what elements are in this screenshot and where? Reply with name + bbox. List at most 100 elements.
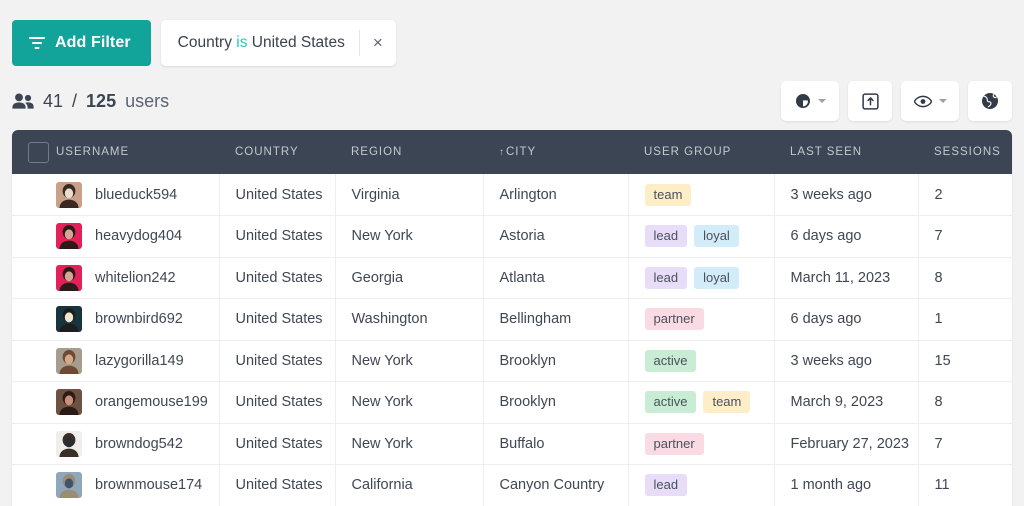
visibility-button[interactable] [901, 81, 959, 121]
filter-icon [29, 36, 45, 50]
table-row[interactable]: orangemouse199United StatesNew YorkBrook… [12, 382, 1012, 424]
table-row[interactable]: blueduck594United StatesVirginiaArlingto… [12, 174, 1012, 216]
table-row[interactable]: lazygorilla149United StatesNew YorkBrook… [12, 340, 1012, 382]
cell-username[interactable]: heavydog404 [56, 216, 219, 258]
cell-user-group: lead loyal [628, 216, 774, 258]
table-header-username-label: USERNAME [56, 146, 129, 158]
sort-ascending-icon: ↑ [499, 147, 505, 158]
username-label: brownmouse174 [95, 477, 202, 493]
globe-button[interactable] [968, 81, 1012, 121]
cell-region: New York [335, 216, 483, 258]
cell-last-seen: March 11, 2023 [774, 257, 918, 299]
cell-sessions-label: 7 [935, 436, 943, 452]
cell-username[interactable]: blueduck594 [56, 174, 219, 216]
table-row[interactable]: browndog542United StatesNew YorkBuffalop… [12, 423, 1012, 465]
table-row[interactable]: heavydog404United StatesNew YorkAstorial… [12, 216, 1012, 258]
add-filter-button[interactable]: Add Filter [12, 20, 151, 66]
tag-lead[interactable]: lead [645, 267, 688, 289]
user-count-separator: / [72, 91, 77, 112]
tag-partner[interactable]: partner [645, 308, 704, 330]
cell-user-group: active [628, 340, 774, 382]
tag-active[interactable]: active [645, 391, 697, 413]
cell-region: New York [335, 340, 483, 382]
tag-list: active [645, 350, 774, 372]
cell-city-label: Brooklyn [500, 353, 556, 369]
cell-country-label: United States [236, 311, 323, 327]
table-header-country[interactable]: COUNTRY [219, 130, 335, 174]
cell-city-label: Arlington [500, 187, 557, 203]
table-header-user-group[interactable]: USER GROUP [628, 130, 774, 174]
tag-loyal[interactable]: loyal [694, 267, 739, 289]
cell-country: United States [219, 299, 335, 341]
select-all-checkbox[interactable] [28, 142, 49, 163]
cell-username[interactable]: lazygorilla149 [56, 340, 219, 382]
cell-username[interactable]: brownmouse174 [56, 465, 219, 506]
cell-username[interactable]: orangemouse199 [56, 382, 219, 424]
filter-chip-country[interactable]: Country is United States × [161, 20, 396, 66]
cell-sessions: 7 [918, 423, 1012, 465]
export-button[interactable] [848, 81, 892, 121]
cell-username[interactable]: brownbird692 [56, 299, 219, 341]
row-select-cell[interactable] [12, 423, 56, 465]
cell-region-label: California [352, 477, 413, 493]
table-header-row: USERNAME COUNTRY REGION ↑CITY USER GROUP… [12, 130, 1012, 174]
row-select-cell[interactable] [12, 340, 56, 382]
table-header-username[interactable]: USERNAME [56, 130, 219, 174]
cell-region-label: Washington [352, 311, 428, 327]
cell-region-label: New York [352, 394, 413, 410]
cell-sessions-label: 7 [935, 228, 943, 244]
filter-chip-text: Country is United States [178, 34, 345, 52]
table-header-sessions[interactable]: SESSIONS [918, 130, 1012, 174]
avatar [56, 431, 82, 457]
cell-username[interactable]: browndog542 [56, 423, 219, 465]
cell-username[interactable]: whitelion242 [56, 257, 219, 299]
username-label: blueduck594 [95, 187, 177, 203]
row-select-cell[interactable] [12, 216, 56, 258]
tag-active[interactable]: active [645, 350, 697, 372]
tag-lead[interactable]: lead [645, 474, 688, 496]
eye-icon [914, 95, 932, 108]
row-select-cell[interactable] [12, 174, 56, 216]
row-select-cell[interactable] [12, 257, 56, 299]
cell-last-seen-label: February 27, 2023 [791, 436, 910, 452]
cell-last-seen: 3 weeks ago [774, 174, 918, 216]
cell-city-label: Buffalo [500, 436, 545, 452]
cell-region-label: Virginia [352, 187, 400, 203]
avatar [56, 389, 82, 415]
table-row[interactable]: brownmouse174United StatesCaliforniaCany… [12, 465, 1012, 506]
cell-city-label: Brooklyn [500, 394, 556, 410]
user-count-total: 125 [86, 91, 116, 112]
cell-city: Atlanta [483, 257, 628, 299]
tag-partner[interactable]: partner [645, 433, 704, 455]
chart-button[interactable] [781, 81, 839, 121]
user-count: 41 / 125 users [12, 91, 169, 112]
table-header-region[interactable]: REGION [335, 130, 483, 174]
cell-last-seen: 3 weeks ago [774, 340, 918, 382]
row-select-cell[interactable] [12, 382, 56, 424]
cell-sessions: 8 [918, 382, 1012, 424]
cell-city: Brooklyn [483, 382, 628, 424]
cell-sessions: 2 [918, 174, 1012, 216]
tag-loyal[interactable]: loyal [694, 225, 739, 247]
table-header-last-seen[interactable]: LAST SEEN [774, 130, 918, 174]
row-select-cell[interactable] [12, 299, 56, 341]
tag-team[interactable]: team [703, 391, 750, 413]
table-row[interactable]: brownbird692United StatesWashingtonBelli… [12, 299, 1012, 341]
tag-team[interactable]: team [645, 184, 692, 206]
cell-country: United States [219, 465, 335, 506]
table-row[interactable]: whitelion242United StatesGeorgiaAtlantal… [12, 257, 1012, 299]
tag-lead[interactable]: lead [645, 225, 688, 247]
filter-chip-remove-button[interactable]: × [360, 20, 396, 66]
cell-sessions-label: 2 [935, 187, 943, 203]
cell-region-label: New York [352, 228, 413, 244]
cell-region: New York [335, 423, 483, 465]
cell-last-seen-label: 6 days ago [791, 228, 862, 244]
row-select-cell[interactable] [12, 465, 56, 506]
table-header-city[interactable]: ↑CITY [483, 130, 628, 174]
avatar [56, 306, 82, 332]
cell-country: United States [219, 257, 335, 299]
username-label: browndog542 [95, 436, 183, 452]
export-box-icon [862, 93, 879, 110]
avatar [56, 182, 82, 208]
filter-chip-value: United States [252, 34, 345, 51]
